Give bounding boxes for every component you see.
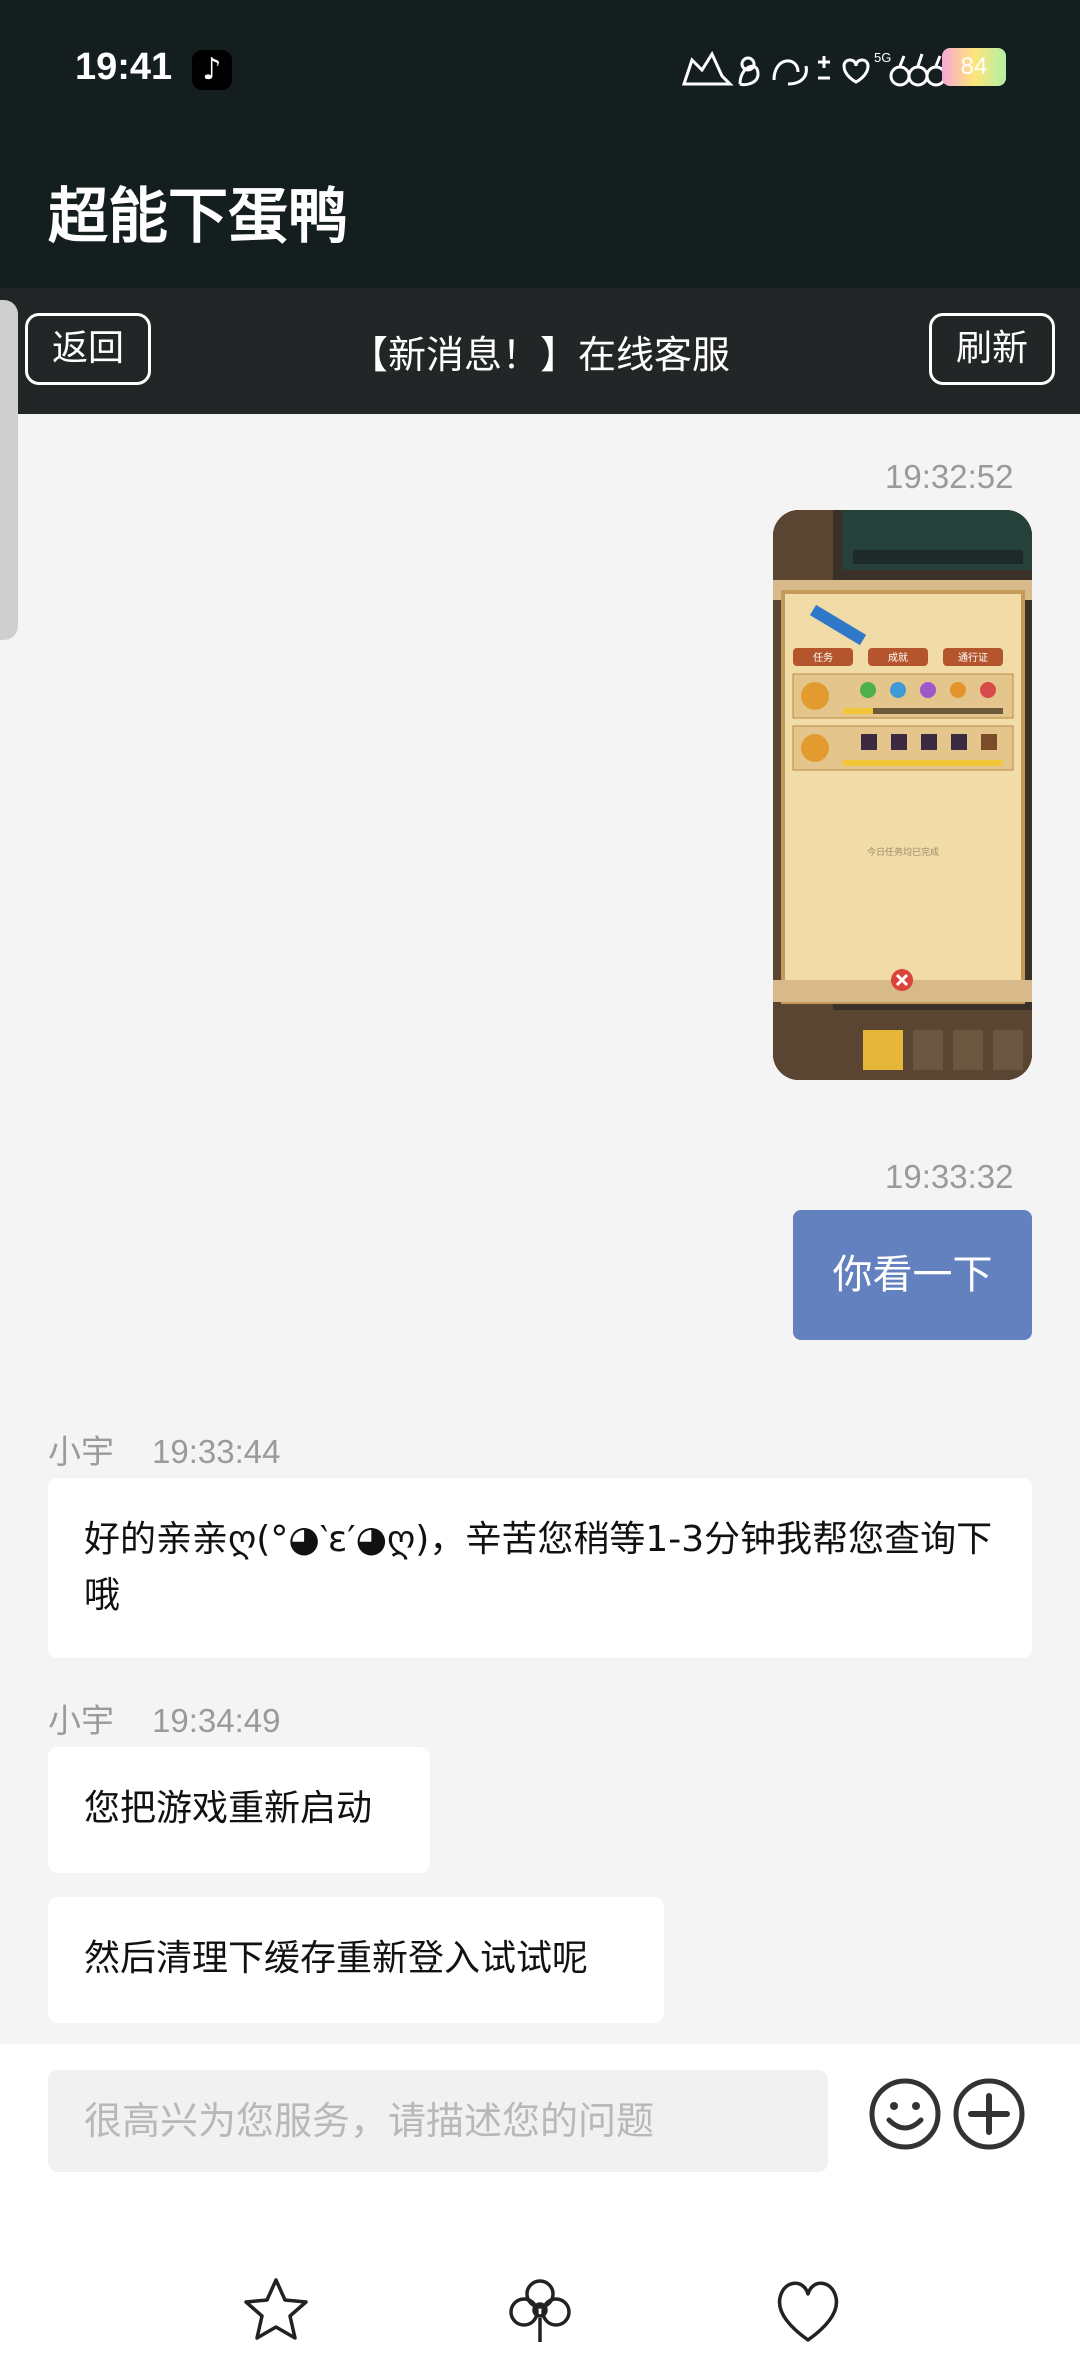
- chat-toolbar: 返回 【新消息！】在线客服 刷新: [0, 288, 1080, 414]
- message-timestamp: 19:34:49: [152, 1702, 281, 1739]
- clover-icon[interactable]: [504, 2274, 576, 2346]
- message-input[interactable]: 很高兴为您服务，请描述您的问题: [48, 2070, 828, 2172]
- star-icon[interactable]: [240, 2274, 312, 2346]
- screenshot-image-message[interactable]: 任务 成就 通行证 今日任务均已完成: [773, 510, 1032, 1080]
- emoji-icon[interactable]: [869, 2078, 941, 2150]
- message-timestamp: 19:33:32: [885, 1158, 1014, 1195]
- svg-text:通行证: 通行证: [958, 651, 988, 664]
- refresh-button[interactable]: 刷新: [929, 313, 1055, 385]
- add-icon[interactable]: [953, 2078, 1025, 2150]
- status-time: 19:41: [75, 46, 173, 88]
- status-bar: 19:41 ♪ 5G 84: [0, 0, 1080, 138]
- svg-text:今日任务均已完成: 今日任务均已完成: [867, 846, 939, 858]
- received-message-bubble[interactable]: 然后清理下缓存重新登入试试呢: [48, 1897, 664, 2023]
- back-button[interactable]: 返回: [25, 313, 151, 385]
- sender-name: 小宇: [48, 1433, 114, 1470]
- input-bar: 很高兴为您服务，请描述您的问题: [0, 2044, 1080, 2378]
- message-header: 小宇 19:34:49: [48, 1694, 280, 1742]
- app-bar: 超能下蛋鸭: [0, 138, 1080, 288]
- sender-name: 小宇: [48, 1702, 114, 1739]
- game-screenshot-image: 任务 成就 通行证 今日任务均已完成: [773, 510, 1032, 1080]
- heart-icon[interactable]: [772, 2274, 844, 2346]
- chat-title: 【新消息！】在线客服: [349, 333, 730, 377]
- received-message-bubble[interactable]: 好的亲亲ღ(°◕‵ε′◕ღ)，辛苦您稍等1-3分钟我帮您查询下哦: [48, 1478, 1032, 1658]
- svg-text:任务: 任务: [813, 651, 833, 664]
- svg-text:成就: 成就: [888, 651, 908, 664]
- app-title: 超能下蛋鸭: [48, 182, 348, 252]
- message-timestamp: 19:33:44: [152, 1433, 281, 1470]
- received-message-bubble[interactable]: 您把游戏重新启动: [48, 1747, 430, 1873]
- message-timestamp: 19:32:52: [885, 458, 1014, 495]
- battery-indicator: 84: [942, 48, 1006, 86]
- side-drawer-handle[interactable]: [0, 300, 18, 640]
- message-header: 小宇 19:33:44: [48, 1425, 280, 1473]
- tiktok-notification-icon: ♪: [192, 50, 232, 90]
- svg-text:5G: 5G: [874, 50, 891, 65]
- sent-message-bubble[interactable]: 你看一下: [793, 1210, 1032, 1340]
